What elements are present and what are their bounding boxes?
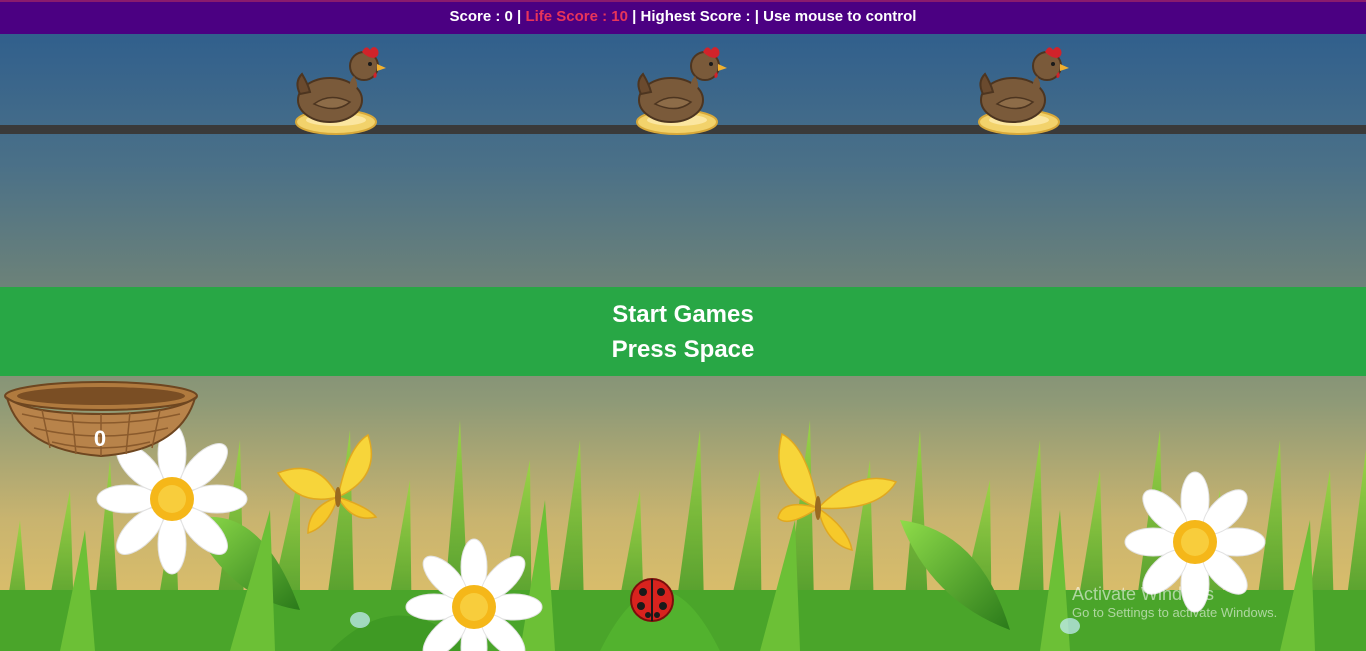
hen-icon <box>636 47 727 135</box>
score-bar: Score : 0 | Life Score : 10 | Highest Sc… <box>0 0 1366 34</box>
separator: | <box>750 8 764 25</box>
highest-score-text: Highest Score : <box>640 8 751 25</box>
ladybug-icon <box>630 578 674 622</box>
separator: | <box>627 8 641 25</box>
watermark-subtitle: Go to Settings to activate Windows. <box>1072 605 1278 620</box>
basket-egg-count: 0 <box>93 426 107 451</box>
life-score-text: Life Score : 10 <box>525 8 628 25</box>
start-game-banner: Start Games Press Space <box>0 287 1366 376</box>
control-hint-text: Use mouse to control <box>763 8 917 25</box>
game-canvas[interactable]: Score : 0 | Life Score : 10 | Highest Sc… <box>0 0 1366 651</box>
score-text: Score : 0 <box>449 8 513 25</box>
activate-windows-watermark: Activate Windows Go to Settings to activ… <box>1072 583 1277 621</box>
start-games-text: Start Games <box>612 301 754 328</box>
press-space-text: Press Space <box>611 336 755 363</box>
hen-icon <box>295 47 386 135</box>
hen-icon <box>978 47 1069 135</box>
separator: | <box>512 8 526 25</box>
watermark-title: Activate Windows <box>1072 584 1215 604</box>
